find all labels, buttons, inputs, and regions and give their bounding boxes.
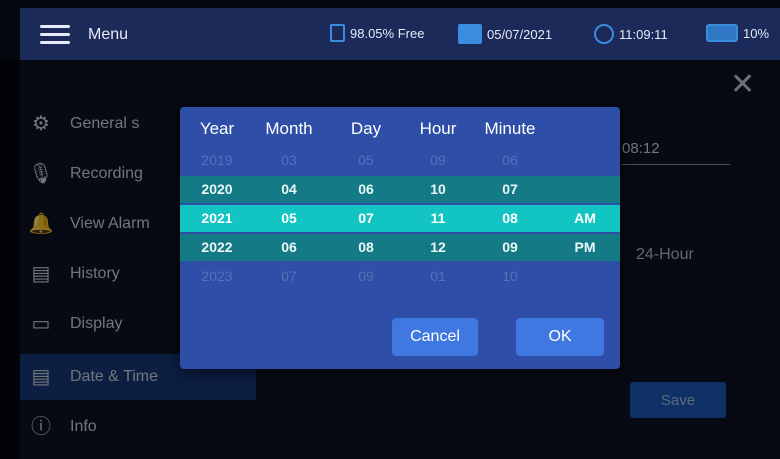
battery-text: 10%: [743, 25, 770, 41]
time-status: 11:09:11: [594, 24, 668, 44]
year-cell: 2023: [201, 268, 233, 284]
hour-cell: 01: [430, 268, 446, 284]
picker-row[interactable]: 2022 06 08 12 09 PM: [180, 234, 620, 261]
header-day: Day: [350, 119, 382, 138]
ampm-cell: [560, 263, 610, 290]
battery-status: 10%: [706, 24, 769, 42]
ampm-cell: [560, 176, 610, 203]
clock-icon: [594, 24, 614, 44]
minute-cell: 09: [502, 239, 518, 255]
year-cell: 2021: [201, 210, 233, 226]
minute-cell: 06: [502, 152, 518, 168]
hour-cell: 09: [430, 152, 446, 168]
minute-cell: 07: [502, 181, 518, 197]
battery-icon: [706, 24, 738, 42]
picker-row[interactable]: 2023 07 09 01 10: [180, 263, 620, 290]
header-year: Year: [199, 119, 235, 138]
sd-card-icon: [330, 24, 345, 42]
header-month: Month: [265, 119, 313, 138]
year-cell: 2019: [201, 152, 233, 168]
date-status: 05/07/2021: [458, 24, 552, 44]
hour-cell: 12: [430, 239, 446, 255]
ampm-cell: [560, 147, 610, 174]
hamburger-menu-icon[interactable]: [40, 25, 70, 45]
year-cell: 2022: [201, 239, 233, 255]
minute-cell: 10: [502, 268, 518, 284]
day-cell: 07: [358, 210, 374, 226]
storage-status: 98.05% Free: [330, 24, 424, 42]
header-minute: Minute: [484, 119, 536, 138]
storage-text: 98.05% Free: [350, 25, 425, 41]
calendar-icon: [458, 24, 482, 44]
ampm-cell[interactable]: PM: [560, 234, 610, 261]
top-bar: Menu 98.05% Free 05/07/2021 11:09:11 10%: [20, 8, 780, 60]
minute-cell: 08: [502, 210, 518, 226]
menu-label[interactable]: Menu: [88, 26, 128, 44]
year-cell: 2020: [201, 181, 233, 197]
header-hour: Hour: [419, 119, 457, 138]
month-cell: 06: [281, 239, 297, 255]
day-cell: 05: [358, 152, 374, 168]
month-cell: 05: [281, 210, 297, 226]
cancel-button[interactable]: Cancel: [392, 318, 478, 356]
time-text: 11:09:11: [619, 26, 668, 42]
day-cell: 06: [358, 181, 374, 197]
ampm-cell[interactable]: AM: [560, 205, 610, 232]
date-time-picker-dialog: Year Month Day Hour Minute 2019 03 05 09…: [180, 107, 620, 369]
day-cell: 08: [358, 239, 374, 255]
date-text: 05/07/2021: [487, 26, 553, 42]
hour-cell: 10: [430, 181, 446, 197]
ok-button[interactable]: OK: [516, 318, 604, 356]
picker-row[interactable]: 2019 03 05 09 06: [180, 147, 620, 174]
hour-cell: 11: [430, 210, 446, 226]
screen: Menu 98.05% Free 05/07/2021 11:09:11 10%…: [0, 0, 780, 459]
month-cell: 03: [281, 152, 297, 168]
picker-row-selected[interactable]: 2021 05 07 11 08 AM: [180, 205, 620, 232]
month-cell: 04: [281, 181, 297, 197]
day-cell: 09: [358, 268, 374, 284]
month-cell: 07: [281, 268, 297, 284]
picker-row[interactable]: 2020 04 06 10 07: [180, 176, 620, 203]
